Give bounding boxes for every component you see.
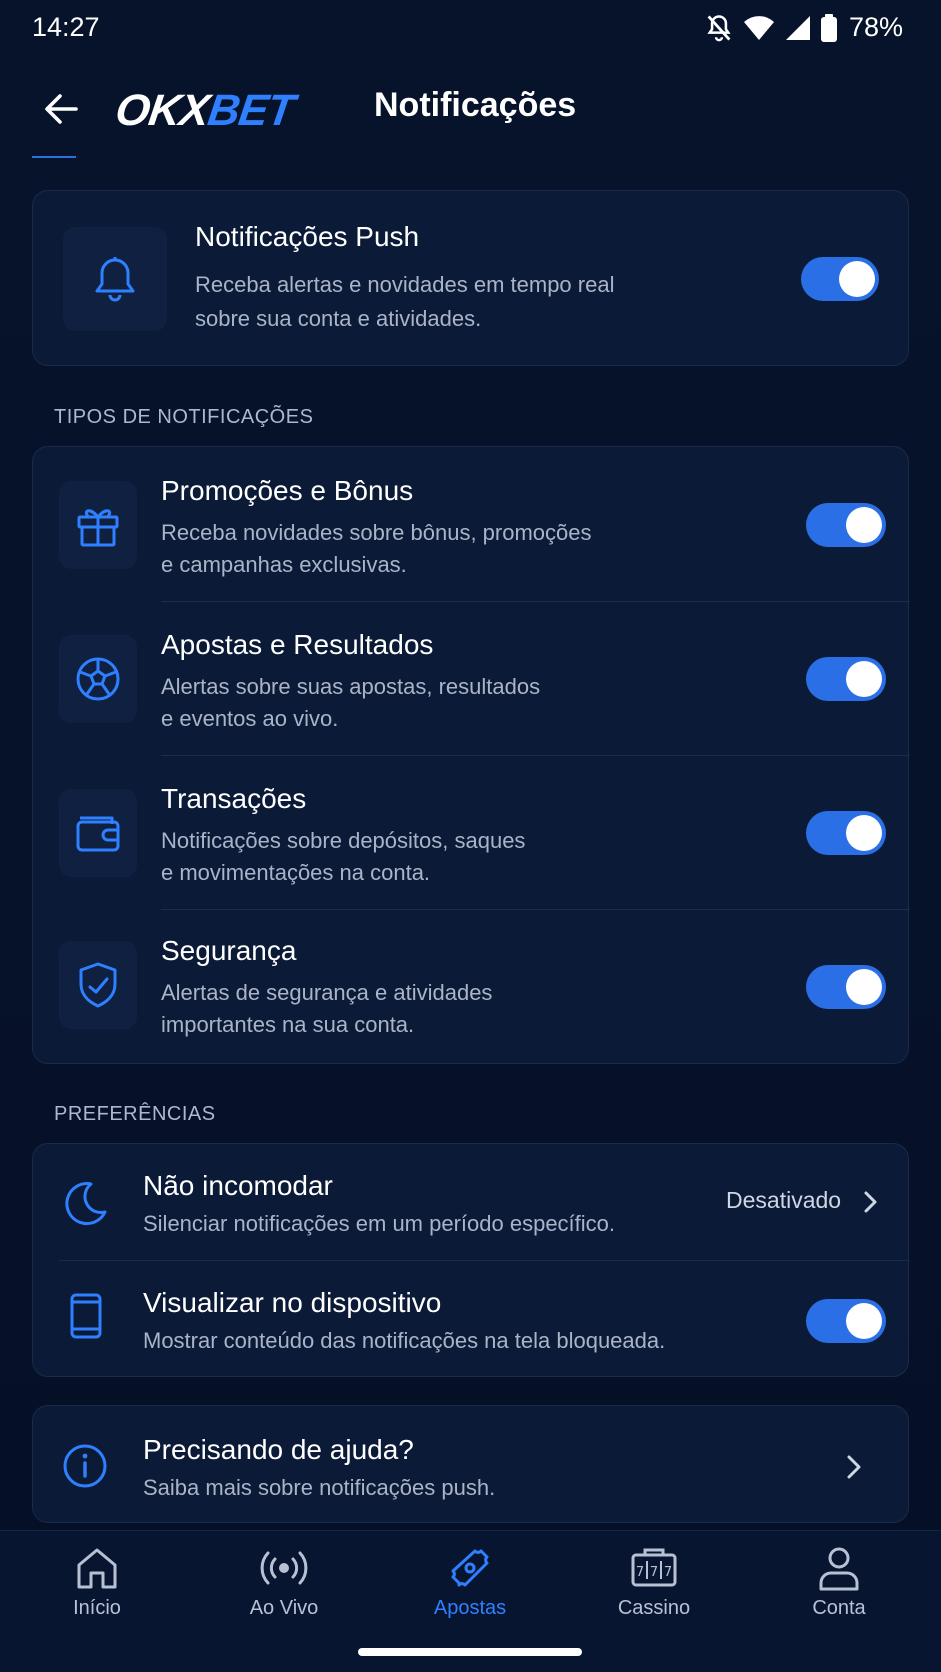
chevron-right-icon [864,1191,877,1213]
help-title: Precisando de ajuda? [143,1434,414,1465]
device-desc: Mostrar conteúdo das notificações na tel… [143,1328,666,1353]
wallet-icon [76,816,120,852]
push-notifications-card: Notificações Push Receba alertas e novid… [32,190,909,366]
push-desc-line2: sobre sua conta e atividades. [195,306,482,331]
types-section-label: TIPOS DE NOTIFICAÇÕES [54,406,314,428]
bets-icon-box [59,635,137,723]
ticket-icon [451,1549,489,1587]
transactions-toggle[interactable] [806,811,886,855]
bets-title: Apostas e Resultados [161,629,434,660]
transactions-title: Transações [161,783,307,814]
arrow-left-icon [45,94,78,124]
transactions-icon-box [59,789,137,877]
security-desc-line1: Alertas de segurança e atividades [161,980,493,1005]
security-title: Segurança [161,935,297,966]
gift-icon [77,509,119,547]
security-icon-box [59,941,137,1029]
slot-machine-icon: 7 7 7 [631,1548,677,1587]
divider [161,601,910,602]
nav-cassino[interactable]: 7 7 7 Cassino [579,1545,729,1635]
home-indicator [358,1648,582,1656]
device-title: Visualizar no dispositivo [143,1287,442,1318]
push-toggle[interactable] [801,257,879,301]
toggle-knob [846,969,882,1005]
bets-toggle[interactable] [806,657,886,701]
soccer-ball-icon [76,657,120,701]
bets-desc-line1: Alertas sobre suas apostas, resultados [161,674,541,699]
push-desc-line1: Receba alertas e novidades em tempo real [195,272,615,297]
nav-apostas[interactable]: Apostas [395,1545,545,1635]
notification-types-card: Promoções e Bônus Receba novidades sobre… [32,446,910,1064]
toggle-knob [846,1303,882,1339]
promo-icon-box [59,481,137,569]
okxbet-logo: OKXBET [112,86,297,135]
nav-label: Apostas [433,1597,507,1619]
transactions-desc-line1: Notificações sobre depósitos, saques [161,828,526,853]
toggle-knob [846,507,882,543]
help-desc: Saiba mais sobre notificações push. [143,1475,496,1500]
device-row: Visualizar no dispositivo Mostrar conteú… [33,1261,910,1377]
page-title: Notificações [374,86,577,124]
push-title: Notificações Push [195,221,420,252]
header-indicator [32,156,76,158]
toggle-knob [839,261,875,297]
live-broadcast-icon [260,1551,308,1585]
shield-check-icon [79,962,117,1008]
user-icon [819,1547,859,1591]
dnd-row[interactable]: Não incomodar Silenciar notificações em … [33,1144,910,1260]
app-header: OKXBET Notificações [0,56,941,158]
cell-signal-icon [785,15,810,40]
toggle-knob [846,815,882,851]
nav-inicio[interactable]: Início [22,1545,172,1635]
notifications-off-icon [707,14,731,41]
device-toggle[interactable] [806,1299,886,1343]
dnd-value: Desativado [726,1187,842,1213]
security-toggle[interactable] [806,965,886,1009]
nav-label: Ao Vivo [249,1597,319,1619]
help-card[interactable]: Precisando de ajuda? Saiba mais sobre no… [32,1405,909,1523]
divider [161,909,910,910]
divider [161,755,910,756]
chevron-right-icon [847,1455,861,1479]
promo-desc-line1: Receba novidades sobre bônus, promoções [161,520,592,545]
promo-toggle[interactable] [806,503,886,547]
status-icons: 78% [705,12,903,43]
svg-text:7: 7 [664,1565,672,1580]
home-icon [77,1548,117,1589]
preferences-card: Não incomodar Silenciar notificações em … [32,1143,910,1377]
back-button[interactable] [38,86,84,132]
dnd-desc: Silenciar notificações em um período esp… [143,1211,616,1236]
nav-ao-vivo[interactable]: Ao Vivo [209,1545,359,1635]
nav-label: Cassino [617,1597,691,1619]
status-time: 14:27 [32,12,100,42]
svg-text:7: 7 [636,1565,644,1580]
security-desc-line2: importantes na sua conta. [161,1012,415,1037]
toggle-knob [846,661,882,697]
nav-label: Conta [812,1597,866,1619]
status-bar: 14:27 78% [0,0,941,56]
battery-icon [820,13,837,42]
smartphone-icon [70,1293,102,1339]
nav-label: Início [73,1597,121,1619]
moon-icon [65,1182,107,1226]
wifi-icon [743,15,774,40]
bell-icon [95,257,135,302]
push-icon-box [63,227,167,331]
svg-text:7: 7 [650,1565,658,1580]
dnd-title: Não incomodar [143,1170,333,1201]
nav-conta[interactable]: Conta [764,1545,914,1635]
bottom-navigation: Início Ao Vivo Apostas 7 7 7 Cassino Con… [0,1530,941,1672]
info-icon [63,1444,107,1488]
promo-desc-line2: e campanhas exclusivas. [161,552,407,577]
bets-desc-line2: e eventos ao vivo. [161,706,339,731]
transactions-desc-line2: e movimentações na conta. [161,860,431,885]
battery-percent: 78% [848,12,903,42]
preferences-section-label: PREFERÊNCIAS [54,1103,216,1125]
promo-title: Promoções e Bônus [161,475,414,506]
